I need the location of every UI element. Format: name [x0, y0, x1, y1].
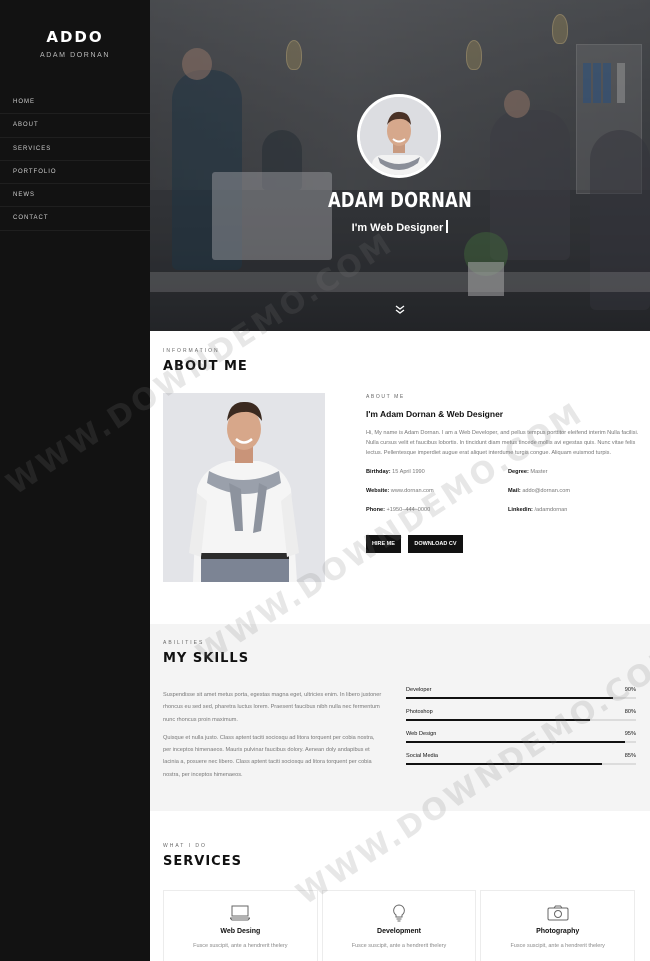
skill-fill	[406, 741, 625, 743]
fact-value: Master	[530, 468, 548, 475]
skills-kicker: ABILITIES	[163, 640, 205, 646]
fact-value: 15 April 1990	[392, 468, 425, 475]
skill-name: Developer	[406, 687, 432, 693]
skill-track	[406, 763, 636, 765]
skill-item: Developer 90%	[406, 687, 636, 709]
hero-name: ADAM DORNAN	[327, 188, 473, 212]
service-title: Web Desing	[220, 928, 261, 935]
service-text: Fusce suscipit, ante a hendrerit thelery	[193, 943, 288, 949]
nav-item-about[interactable]: ABOUT	[0, 114, 150, 138]
camera-icon	[481, 904, 634, 922]
brand-subtitle: ADAM DORNAN	[39, 52, 111, 59]
about-facts: Birthday: 15 April 1990 Degree: Master W…	[366, 469, 641, 513]
fact-label: Mail:	[508, 487, 521, 494]
double-chevron-down-icon[interactable]	[394, 305, 406, 315]
about-label: ABOUT ME	[366, 394, 405, 400]
fact-degree: Degree: Master	[508, 469, 628, 475]
service-card-web-design[interactable]: Web Desing Fusce suscipit, ante a hendre…	[163, 890, 318, 961]
fact-label: Degree:	[508, 468, 529, 475]
skills-text: Suspendisse sit amet metus porta, egesta…	[163, 689, 383, 781]
service-card-photography[interactable]: Photography Fusce suscipit, ante a hendr…	[480, 890, 636, 961]
nav-item-home[interactable]: HOME	[0, 91, 150, 115]
service-card-development[interactable]: Development Fusce suscipit, ante a hendr…	[321, 890, 477, 961]
brand[interactable]: ADDO ADAM DORNAN	[0, 0, 150, 59]
about-bio: Hi, My name is Adam Dornan. I am a Web D…	[366, 430, 639, 457]
about-intro: I'm Adam Dornan & Web Designer	[366, 409, 504, 419]
fact-website: Website: www.dornan.com	[366, 488, 508, 494]
fact-value[interactable]: /adamdornan	[534, 507, 567, 513]
skill-fill	[406, 763, 602, 765]
download-cv-button[interactable]: DOWNLOAD CV	[408, 534, 463, 553]
fact-label: Website:	[366, 487, 390, 494]
fact-birthday: Birthday: 15 April 1990	[366, 469, 508, 475]
typing-cursor	[446, 220, 449, 233]
services-title: SERVICES	[163, 854, 242, 869]
skill-percent: 90%	[624, 687, 636, 693]
fact-value: +1950–444–0000	[386, 506, 431, 513]
fact-mail: Mail: addo@dornan.com	[508, 488, 628, 494]
skill-track	[406, 697, 636, 699]
avatar-portrait	[360, 97, 438, 175]
service-text: Fusce suscipit, ante a hendrerit thelery	[351, 943, 447, 949]
fact-value[interactable]: www.dornan.com	[391, 488, 434, 494]
brand-title: ADDO	[46, 28, 104, 46]
skill-name: Photoshop	[406, 709, 433, 715]
services-section: WHAT I DO SERVICES Web Desing Fusce susc…	[150, 811, 650, 961]
skills-paragraph: Suspendisse sit amet metus porta, egesta…	[163, 692, 382, 723]
skill-track	[406, 719, 636, 721]
fact-phone: Phone: +1950–444–0000	[366, 507, 508, 513]
monitor-icon	[164, 904, 317, 922]
about-heading: INFORMATION ABOUT ME	[163, 348, 248, 374]
skill-percent: 95%	[624, 731, 636, 737]
about-portrait	[163, 393, 325, 582]
hero-role-text: I'm Web Designer	[351, 222, 444, 234]
skill-track	[406, 741, 636, 743]
skill-item: Social Media 85%	[406, 753, 636, 775]
skill-percent: 80%	[624, 709, 636, 715]
about-kicker: INFORMATION	[163, 348, 220, 354]
fact-label: Birthday:	[366, 468, 391, 475]
skill-item: Web Design 95%	[406, 731, 636, 753]
nav-item-portfolio[interactable]: PORTFOLIO	[0, 161, 150, 185]
service-title: Development	[377, 928, 421, 935]
service-title: Photography	[536, 928, 580, 935]
about-section: INFORMATION ABOUT ME ABOUT ME I'm Adam D…	[150, 331, 650, 624]
skill-name: Web Design	[406, 731, 437, 737]
fact-label: Linkedin:	[508, 506, 533, 513]
hero-section: ADAM DORNAN I'm Web Designer	[150, 0, 650, 331]
skill-fill	[406, 719, 590, 721]
service-cards: Web Desing Fusce suscipit, ante a hendre…	[163, 890, 636, 961]
fact-linkedin: Linkedin: /adamdornan	[508, 507, 628, 513]
fact-value[interactable]: addo@dornan.com	[522, 488, 570, 494]
lightbulb-icon	[323, 904, 476, 922]
about-photo	[163, 393, 325, 582]
main-nav: HOME ABOUT SERVICES PORTFOLIO NEWS CONTA…	[0, 91, 150, 231]
services-heading: WHAT I DO SERVICES	[163, 843, 242, 869]
hire-me-button[interactable]: HIRE ME	[366, 534, 401, 553]
nav-item-contact[interactable]: CONTACT	[0, 207, 150, 231]
nav-item-news[interactable]: NEWS	[0, 184, 150, 208]
avatar	[357, 94, 441, 178]
skill-list: Developer 90% Photoshop 80% Web Design 95% …	[406, 687, 636, 775]
skills-paragraph: Quisque et nulla justo. Class aptent tac…	[163, 734, 375, 778]
skills-title: MY SKILLS	[163, 651, 250, 666]
skill-name: Social Media	[406, 753, 439, 759]
skill-fill	[406, 697, 613, 699]
nav-item-services[interactable]: SERVICES	[0, 138, 150, 161]
about-title: ABOUT ME	[163, 359, 248, 374]
services-kicker: WHAT I DO	[163, 843, 207, 849]
skills-heading: ABILITIES MY SKILLS	[163, 640, 249, 666]
sidebar: ADDO ADAM DORNAN HOME ABOUT SERVICES POR…	[0, 0, 150, 961]
skills-section: ABILITIES MY SKILLS Suspendisse sit amet…	[150, 624, 650, 811]
skill-percent: 85%	[624, 753, 636, 759]
service-text: Fusce suscipit, ante a hendrerit thelery	[510, 943, 605, 949]
hero-role: I'm Web Designer	[150, 220, 650, 234]
skill-item: Photoshop 80%	[406, 709, 636, 731]
fact-label: Phone:	[366, 506, 385, 513]
about-buttons: HIRE ME DOWNLOAD CV	[366, 532, 641, 553]
about-info: ABOUT ME I'm Adam Dornan & Web Designer …	[366, 394, 641, 553]
